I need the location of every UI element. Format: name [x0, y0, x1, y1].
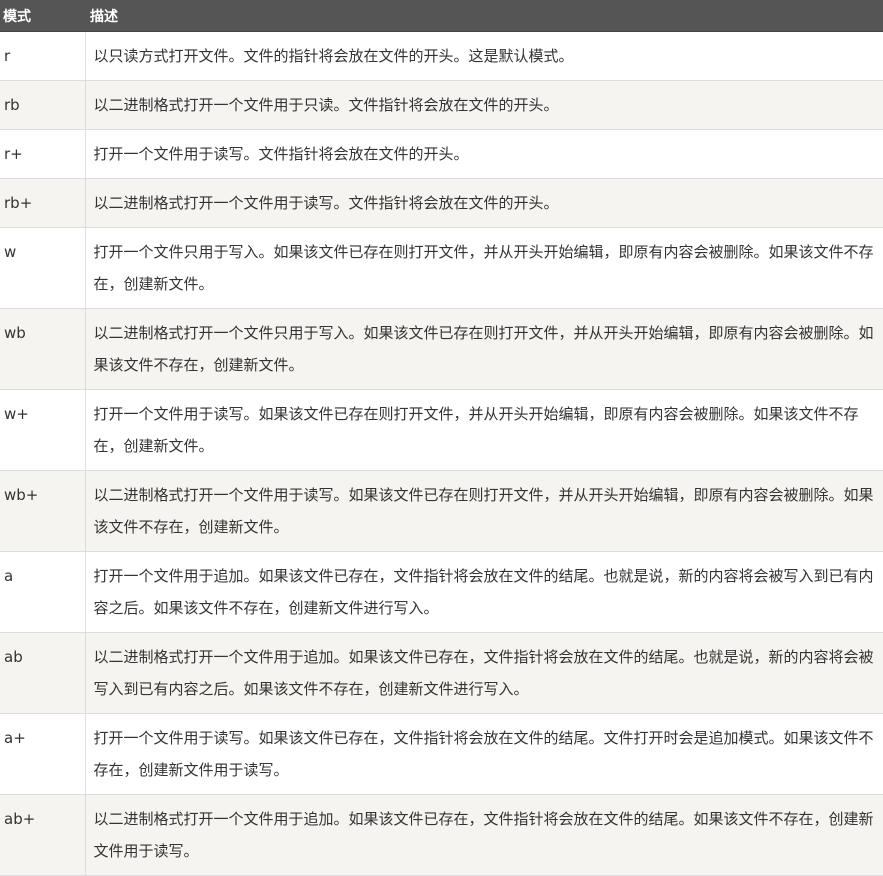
description-cell: 打开一个文件用于读写。如果该文件已存在，文件指针将会放在文件的结尾。文件打开时会… — [84, 713, 883, 795]
description-cell: 以二进制格式打开一个文件用于读写。如果该文件已存在则打开文件，并从开头开始编辑，… — [84, 470, 883, 552]
mode-cell: a — [0, 551, 86, 633]
description-cell: 以二进制格式打开一个文件用于追加。如果该文件已存在，文件指针将会放在文件的结尾。… — [84, 632, 883, 714]
mode-cell: ab — [0, 632, 86, 714]
table-row: w+ 打开一个文件用于读写。如果该文件已存在则打开文件，并从开头开始编辑，即原有… — [0, 389, 883, 471]
table-row: wb+ 以二进制格式打开一个文件用于读写。如果该文件已存在则打开文件，并从开头开… — [0, 470, 883, 552]
header-description: 描述 — [85, 0, 883, 32]
description-cell: 打开一个文件用于追加。如果该文件已存在，文件指针将会放在文件的结尾。也就是说，新… — [84, 551, 883, 633]
mode-cell: r — [0, 31, 86, 81]
description-cell: 打开一个文件用于读写。文件指针将会放在文件的开头。 — [84, 129, 883, 179]
table-row: w 打开一个文件只用于写入。如果该文件已存在则打开文件，并从开头开始编辑，即原有… — [0, 227, 883, 309]
table-row: a 打开一个文件用于追加。如果该文件已存在，文件指针将会放在文件的结尾。也就是说… — [0, 551, 883, 633]
mode-cell: ab+ — [0, 794, 86, 876]
table-body: r 以只读方式打开文件。文件的指针将会放在文件的开头。这是默认模式。 rb 以二… — [0, 31, 883, 876]
description-cell: 以二进制格式打开一个文件用于读写。文件指针将会放在文件的开头。 — [84, 178, 883, 228]
mode-cell: wb — [0, 308, 86, 390]
mode-cell: a+ — [0, 713, 86, 795]
table-header: 模式 描述 — [0, 0, 883, 32]
mode-cell: wb+ — [0, 470, 86, 552]
header-row: 模式 描述 — [0, 0, 883, 32]
description-cell: 以二进制格式打开一个文件用于追加。如果该文件已存在，文件指针将会放在文件的结尾。… — [84, 794, 883, 876]
file-mode-table: 模式 描述 r 以只读方式打开文件。文件的指针将会放在文件的开头。这是默认模式。… — [0, 0, 883, 876]
description-cell: 以只读方式打开文件。文件的指针将会放在文件的开头。这是默认模式。 — [84, 31, 883, 81]
table-row: ab 以二进制格式打开一个文件用于追加。如果该文件已存在，文件指针将会放在文件的… — [0, 632, 883, 714]
description-cell: 打开一个文件只用于写入。如果该文件已存在则打开文件，并从开头开始编辑，即原有内容… — [84, 227, 883, 309]
description-cell: 以二进制格式打开一个文件用于只读。文件指针将会放在文件的开头。 — [84, 80, 883, 130]
mode-cell: rb+ — [0, 178, 86, 228]
mode-cell: r+ — [0, 129, 86, 179]
mode-cell: w — [0, 227, 86, 309]
table-row: wb 以二进制格式打开一个文件只用于写入。如果该文件已存在则打开文件，并从开头开… — [0, 308, 883, 390]
mode-cell: w+ — [0, 389, 86, 471]
table-row: a+ 打开一个文件用于读写。如果该文件已存在，文件指针将会放在文件的结尾。文件打… — [0, 713, 883, 795]
description-cell: 打开一个文件用于读写。如果该文件已存在则打开文件，并从开头开始编辑，即原有内容会… — [84, 389, 883, 471]
table-row: rb+ 以二进制格式打开一个文件用于读写。文件指针将会放在文件的开头。 — [0, 178, 883, 228]
header-mode: 模式 — [0, 0, 85, 32]
table-row: r 以只读方式打开文件。文件的指针将会放在文件的开头。这是默认模式。 — [0, 31, 883, 81]
table-row: r+ 打开一个文件用于读写。文件指针将会放在文件的开头。 — [0, 129, 883, 179]
table-row: rb 以二进制格式打开一个文件用于只读。文件指针将会放在文件的开头。 — [0, 80, 883, 130]
description-cell: 以二进制格式打开一个文件只用于写入。如果该文件已存在则打开文件，并从开头开始编辑… — [84, 308, 883, 390]
table-row: ab+ 以二进制格式打开一个文件用于追加。如果该文件已存在，文件指针将会放在文件… — [0, 794, 883, 876]
mode-cell: rb — [0, 80, 86, 130]
